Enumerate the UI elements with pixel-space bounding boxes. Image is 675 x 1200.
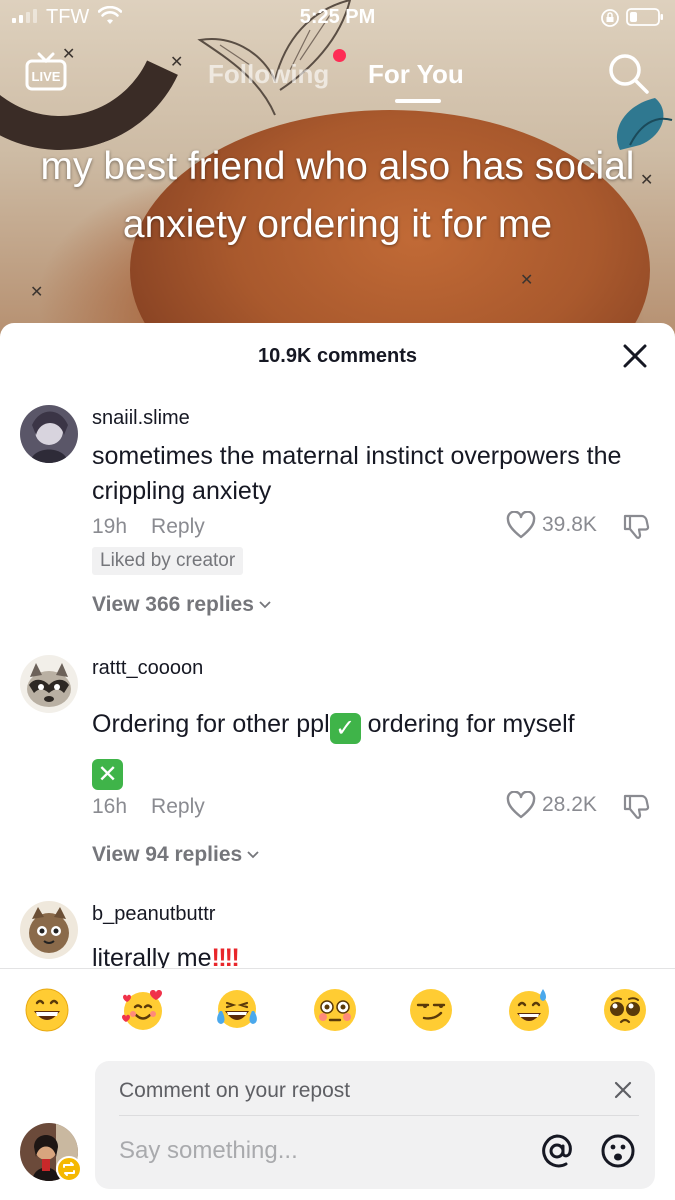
quick-emoji-bar <box>0 987 675 1035</box>
dislike-icon[interactable] <box>622 513 650 541</box>
like-count: 39.8K <box>542 513 597 536</box>
check-mark-emoji: ✓ <box>329 713 361 744</box>
comment-meta: 19h Reply <box>92 515 205 539</box>
double-exclamation-emoji: ‼‼ <box>211 944 239 971</box>
comment-item: rattt_coooon Ordering for other ppl ✓ ord… <box>0 653 675 883</box>
pleading-face-emoji-button[interactable] <box>602 987 648 1033</box>
comments-header: 10.9K comments <box>0 323 675 391</box>
live-label: LIVE <box>32 69 61 84</box>
search-icon[interactable] <box>606 51 650 95</box>
like-button[interactable]: 39.8K <box>506 511 597 539</box>
repost-icon <box>63 1162 75 1176</box>
flushed-face-emoji-button[interactable] <box>312 987 358 1033</box>
view-replies-button[interactable]: View 366 replies <box>92 593 272 617</box>
live-icon[interactable]: LIVE <box>24 52 68 94</box>
comment-text-part: literally me <box>92 944 212 971</box>
heart-icon <box>506 791 536 819</box>
grinning-sweat-emoji-button[interactable] <box>506 987 552 1033</box>
avatar[interactable] <box>20 405 78 463</box>
like-count: 28.2K <box>542 793 597 816</box>
comment-time: 16h <box>92 795 128 818</box>
comment-time: 19h <box>92 515 128 538</box>
rotation-lock-icon <box>601 9 619 27</box>
comments-count: 10.9K comments <box>258 345 417 367</box>
chevron-down-icon <box>247 851 259 859</box>
comment-text: Ordering for other ppl ✓ ordering for mys… <box>92 699 642 799</box>
reply-button[interactable]: Reply <box>151 515 205 538</box>
mention-icon[interactable] <box>539 1133 575 1169</box>
comment-text-part: Ordering for other ppl <box>92 710 330 738</box>
close-icon[interactable] <box>622 343 648 369</box>
comment-text: literally me‼‼ <box>92 941 642 971</box>
divider <box>119 1115 639 1116</box>
battery-icon <box>626 8 663 26</box>
chevron-down-icon <box>259 601 271 609</box>
repost-badge <box>56 1156 82 1182</box>
tab-following[interactable]: Following <box>208 59 329 90</box>
like-button[interactable]: 28.2K <box>506 791 597 819</box>
clock: 5:25 PM <box>299 6 376 28</box>
comment-username[interactable]: snaiil.slime <box>92 407 190 430</box>
notification-dot <box>333 49 346 62</box>
comment-username[interactable]: b_peanutbuttr <box>92 903 215 926</box>
emoji-picker-icon[interactable] <box>600 1133 636 1169</box>
active-tab-indicator <box>395 99 441 103</box>
comment-composer: Comment on your repost Say something... <box>0 968 675 1200</box>
smiling-face-with-hearts-emoji-button[interactable] <box>120 987 166 1033</box>
liked-by-creator-badge: Liked by creator <box>92 547 244 575</box>
comment-username[interactable]: rattt_coooon <box>92 657 203 680</box>
comment-input-box[interactable]: Comment on your repost Say something... <box>95 1061 655 1189</box>
comment-text-part: ordering for myself <box>360 710 575 738</box>
avatar[interactable] <box>20 901 78 959</box>
repost-comment-label: Comment on your repost <box>119 1079 351 1102</box>
comment-item: snaiil.slime sometimes the maternal inst… <box>0 403 675 643</box>
close-icon[interactable] <box>613 1080 633 1100</box>
comment-meta: 16h Reply <box>92 795 205 819</box>
comment-text: sometimes the maternal instinct overpowe… <box>92 442 622 505</box>
comment-input[interactable]: Say something... <box>119 1137 298 1165</box>
grinning-face-emoji-button[interactable] <box>24 987 70 1033</box>
avatar[interactable] <box>20 655 78 713</box>
reply-button[interactable]: Reply <box>151 795 205 818</box>
status-bar: TFW 5:25 PM <box>0 0 675 36</box>
heart-icon <box>506 511 536 539</box>
view-replies-label: View 366 replies <box>92 593 254 616</box>
smirking-face-emoji-button[interactable] <box>408 987 454 1033</box>
view-replies-button[interactable]: View 94 replies <box>92 843 260 867</box>
video-caption: my best friend who also has social anxie… <box>40 145 635 246</box>
dislike-icon[interactable] <box>622 793 650 821</box>
tab-for-you[interactable]: For You <box>368 59 464 90</box>
tears-of-joy-emoji-button[interactable] <box>214 987 260 1033</box>
view-replies-label: View 94 replies <box>92 843 243 866</box>
cross-mark-emoji: ✕ <box>92 759 123 790</box>
comment-item: b_peanutbuttr literally me‼‼ <box>0 901 675 971</box>
